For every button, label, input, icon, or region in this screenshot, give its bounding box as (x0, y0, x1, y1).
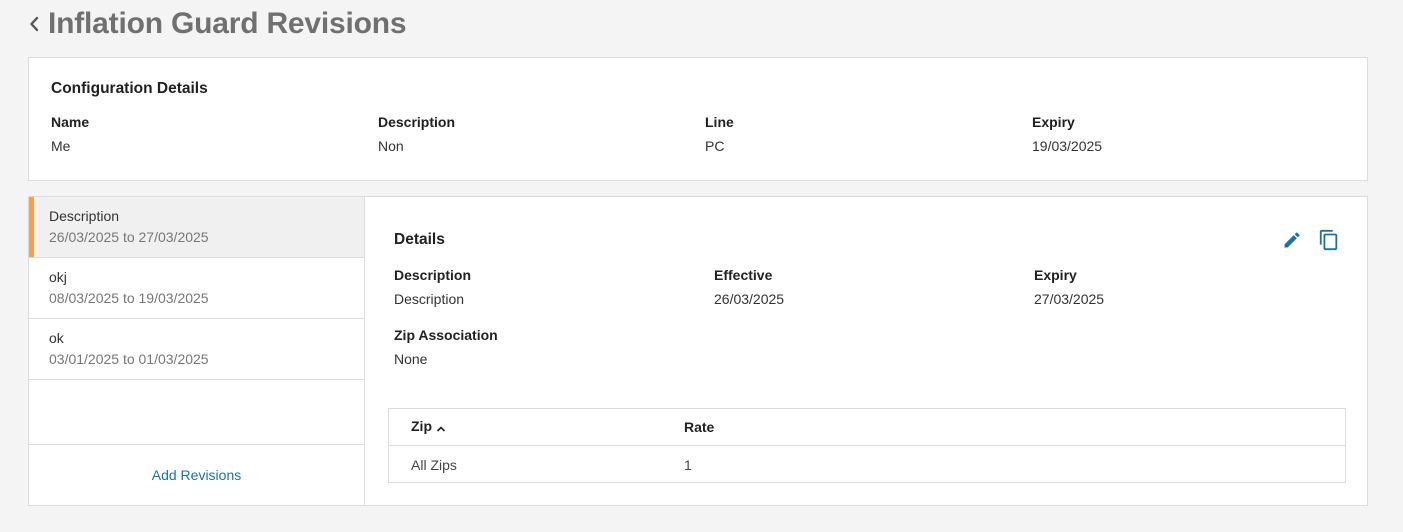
revision-dates: 03/01/2025 to 01/03/2025 (49, 351, 209, 367)
detail-zip-association-label: Zip Association (394, 327, 498, 343)
config-description-field: Description Non (378, 114, 455, 154)
revision-item[interactable]: Description 26/03/2025 to 27/03/2025 (29, 197, 364, 258)
detail-effective-value: 26/03/2025 (714, 291, 785, 307)
detail-expiry-value: 27/03/2025 (1034, 291, 1105, 307)
config-description-label: Description (378, 114, 456, 130)
revision-details-panel: Details Description Description Effectiv… (366, 197, 1367, 505)
config-name-field: Name Me (51, 114, 89, 154)
back-button[interactable] (27, 6, 41, 42)
revision-name: Description (49, 208, 120, 224)
detail-description-value: Description (394, 291, 465, 307)
pencil-icon (1284, 232, 1300, 248)
config-expiry-value: 19/03/2025 (1032, 138, 1103, 154)
page-header: Inflation Guard Revisions (27, 6, 407, 42)
revision-dates: 26/03/2025 to 27/03/2025 (49, 229, 209, 245)
zip-cell: All Zips (411, 456, 457, 473)
chevron-left-icon (30, 16, 39, 32)
revision-list: Description 26/03/2025 to 27/03/2025 okj… (29, 197, 365, 505)
chevron-up-icon (436, 420, 446, 436)
revision-item[interactable]: ok 03/01/2025 to 01/03/2025 (29, 319, 364, 380)
add-revisions-button[interactable]: Add Revisions (152, 467, 242, 483)
revision-list-footer: Add Revisions (29, 444, 364, 505)
table-row[interactable]: All Zips 1 (389, 446, 1345, 483)
detail-description-field: Description Description (394, 267, 471, 307)
copy-icon (1319, 229, 1338, 251)
config-expiry-label: Expiry (1032, 114, 1075, 130)
revision-item[interactable]: okj 08/03/2025 to 19/03/2025 (29, 258, 364, 319)
details-title: Details (394, 231, 445, 248)
rate-column-header[interactable]: Rate (684, 419, 714, 435)
config-line-label: Line (705, 114, 734, 130)
zip-rate-table: Zip Rate All Zips 1 (388, 408, 1346, 483)
detail-zip-association-field: Zip Association None (394, 327, 498, 367)
copy-button[interactable] (1317, 228, 1341, 252)
detail-description-label: Description (394, 267, 472, 283)
page-title: Inflation Guard Revisions (48, 7, 407, 40)
config-description-value: Non (378, 138, 404, 154)
configuration-details-title: Configuration Details (51, 80, 208, 97)
revision-dates: 08/03/2025 to 19/03/2025 (49, 290, 209, 306)
detail-effective-field: Effective 26/03/2025 (714, 267, 784, 307)
zip-column-label: Zip (411, 418, 432, 435)
config-line-field: Line PC (705, 114, 734, 154)
zip-column-header[interactable]: Zip (411, 418, 446, 435)
edit-button[interactable] (1280, 228, 1304, 252)
revision-name: ok (49, 330, 64, 346)
configuration-details-card: Configuration Details Name Me Descriptio… (28, 57, 1368, 181)
detail-zip-association-value: None (394, 351, 428, 367)
revision-name: okj (49, 269, 67, 285)
rate-cell: 1 (684, 456, 692, 473)
config-line-value: PC (705, 138, 725, 154)
detail-effective-label: Effective (714, 267, 773, 283)
detail-expiry-label: Expiry (1034, 267, 1077, 283)
config-name-label: Name (51, 114, 90, 130)
config-name-value: Me (51, 138, 71, 154)
config-expiry-field: Expiry 19/03/2025 (1032, 114, 1102, 154)
revisions-card: Description 26/03/2025 to 27/03/2025 okj… (28, 196, 1368, 506)
table-header-row: Zip Rate (389, 409, 1345, 446)
detail-expiry-field: Expiry 27/03/2025 (1034, 267, 1104, 307)
